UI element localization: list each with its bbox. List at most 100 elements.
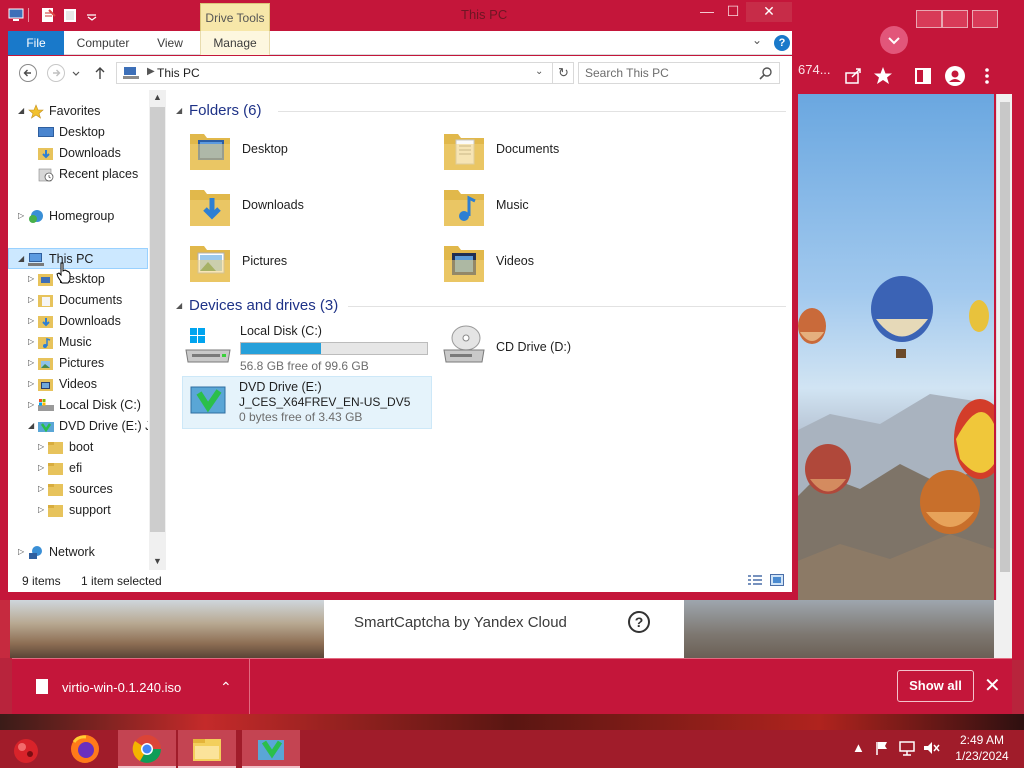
collapsed-caret-icon[interactable]: ▷ [18, 547, 24, 556]
nav-item-support[interactable]: ▷ support [8, 500, 148, 521]
minimize-button[interactable]: — [694, 2, 720, 22]
new-folder-icon[interactable] [62, 7, 78, 23]
address-bar[interactable]: ▶ This PC ⌄ ↻ [116, 62, 574, 84]
devices-group-header[interactable]: ◢ Devices and drives (3) [176, 296, 786, 316]
browser-scrollbar[interactable] [996, 94, 1012, 660]
captcha-help-icon[interactable]: ? [628, 611, 650, 633]
collapsed-caret-icon[interactable]: ▷ [38, 463, 44, 472]
search-input[interactable] [585, 65, 755, 81]
search-icon[interactable] [759, 66, 773, 80]
bookmark-star-icon[interactable] [872, 65, 894, 87]
recent-locations-chevron-icon[interactable] [70, 63, 82, 83]
file-explorer-taskbar-icon[interactable] [178, 730, 236, 768]
download-item[interactable]: virtio-win-0.1.240.iso ⌃ [12, 659, 250, 715]
close-button[interactable]: ✕ [746, 2, 792, 22]
maximize-button[interactable]: ☐ [720, 2, 746, 22]
network-icon[interactable] [898, 740, 916, 756]
back-button[interactable] [18, 63, 38, 83]
tab-file[interactable]: File [8, 31, 64, 55]
refresh-icon[interactable]: ↻ [552, 63, 574, 83]
breadcrumb-separator-icon[interactable]: ▶ [147, 66, 155, 77]
collapsed-caret-icon[interactable]: ▷ [28, 274, 34, 283]
scroll-down-icon[interactable]: ▼ [153, 556, 162, 566]
action-center-flag-icon[interactable] [874, 740, 890, 756]
start-button[interactable] [0, 730, 52, 768]
browser-address-bar[interactable]: 674... [790, 56, 1024, 94]
show-hidden-icons-icon[interactable]: ▲ [852, 740, 865, 755]
collapsed-caret-icon[interactable]: ▷ [38, 442, 44, 451]
expand-ribbon-chevron-icon[interactable]: ⌄ [752, 33, 762, 47]
close-downloads-bar-icon[interactable]: ✕ [984, 673, 1001, 699]
address-history-chevron-icon[interactable]: ⌄ [535, 66, 543, 77]
nav-item-pc-videos[interactable]: ▷ Videos [8, 374, 148, 395]
nav-item-pc-documents[interactable]: ▷ Documents [8, 290, 148, 311]
navigation-pane-scrollbar[interactable]: ▲ ▼ [149, 90, 166, 570]
nav-item-pc-desktop[interactable]: ▷ Desktop [8, 269, 148, 290]
nav-item-pc-music[interactable]: ▷ Music [8, 332, 148, 353]
explorer-titlebar[interactable]: Drive Tools This PC — ☐ ✕ [0, 0, 798, 31]
expanded-caret-icon[interactable]: ◢ [18, 106, 24, 115]
details-view-icon[interactable] [748, 574, 762, 586]
folder-pictures[interactable]: Pictures [188, 238, 428, 288]
drive-local-disk-c[interactable]: Local Disk (C:) 56.8 GB free of 99.6 GB [184, 322, 434, 374]
folder-music[interactable]: Music [442, 182, 682, 232]
collapsed-caret-icon[interactable]: ▷ [28, 379, 34, 388]
drive-cd-d[interactable]: CD Drive (D:) [440, 322, 690, 374]
expanded-caret-icon[interactable]: ◢ [18, 254, 24, 263]
collapsed-caret-icon[interactable]: ▷ [28, 295, 34, 304]
nav-item-pc-pictures[interactable]: ▷ Pictures [8, 353, 148, 374]
collapsed-caret-icon[interactable]: ▷ [28, 337, 34, 346]
tab-computer[interactable]: Computer [68, 31, 138, 55]
nav-item-homegroup[interactable]: ▷ Homegroup [8, 206, 148, 227]
up-arrow-icon[interactable] [92, 63, 108, 83]
folder-videos[interactable]: Videos [442, 238, 682, 288]
group-collapse-icon[interactable]: ◢ [176, 301, 182, 310]
help-icon[interactable]: ? [774, 35, 790, 51]
browser-close-button[interactable] [972, 10, 998, 28]
scroll-up-icon[interactable]: ▲ [153, 92, 162, 102]
expanded-caret-icon[interactable]: ◢ [28, 421, 34, 430]
collapsed-caret-icon[interactable]: ▷ [28, 358, 34, 367]
collapsed-caret-icon[interactable]: ▷ [18, 211, 24, 220]
group-collapse-icon[interactable]: ◢ [176, 106, 182, 115]
chrome-taskbar-icon[interactable] [118, 730, 176, 768]
customize-qat-chevron-icon[interactable] [84, 7, 100, 23]
large-icons-view-icon[interactable] [770, 574, 784, 586]
collapsed-caret-icon[interactable]: ▷ [38, 505, 44, 514]
drive-dvd-e[interactable]: DVD Drive (E:) J_CES_X64FREV_EN-US_DV5 0… [182, 376, 432, 429]
taskbar-clock[interactable]: 2:49 AM 1/23/2024 [944, 732, 1020, 764]
nav-item-boot[interactable]: ▷ boot [8, 437, 148, 458]
tab-view[interactable]: View [142, 31, 198, 55]
nav-item-dvd-drive[interactable]: ◢ DVD Drive (E:) J_C [8, 416, 148, 437]
breadcrumb-this-pc[interactable]: This PC [157, 66, 200, 80]
nav-item-this-pc[interactable]: ◢ This PC [8, 248, 148, 269]
nav-item-pc-downloads[interactable]: ▷ Downloads [8, 311, 148, 332]
collapsed-caret-icon[interactable]: ▷ [28, 316, 34, 325]
nav-item-efi[interactable]: ▷ efi [8, 458, 148, 479]
tab-manage[interactable]: Manage [200, 31, 270, 55]
folder-downloads[interactable]: Downloads [188, 182, 428, 232]
show-all-button[interactable]: Show all [897, 670, 974, 702]
firefox-taskbar-icon[interactable] [56, 730, 114, 768]
nav-item-recent-places[interactable]: Recent places [8, 164, 148, 185]
side-panel-icon[interactable] [912, 65, 934, 87]
folder-documents[interactable]: Documents [442, 126, 682, 176]
browser-minimize-button[interactable] [916, 10, 942, 28]
nav-item-local-disk[interactable]: ▷ Local Disk (C:) [8, 395, 148, 416]
collapsed-caret-icon[interactable]: ▷ [38, 484, 44, 493]
nav-item-desktop[interactable]: Desktop [8, 122, 148, 143]
share-icon[interactable] [842, 65, 864, 87]
page-scrollbar[interactable] [994, 600, 1008, 658]
nav-item-favorites[interactable]: ◢ Favorites [8, 101, 148, 122]
volume-muted-icon[interactable] [922, 740, 940, 756]
chevron-up-icon[interactable]: ⌃ [220, 679, 232, 696]
navigation-scroll-thumb[interactable] [150, 107, 165, 532]
profile-avatar-icon[interactable] [944, 65, 966, 87]
nav-item-sources[interactable]: ▷ sources [8, 479, 148, 500]
collapsed-caret-icon[interactable]: ▷ [28, 400, 34, 409]
search-box[interactable] [578, 62, 780, 84]
browser-scroll-thumb[interactable] [1000, 102, 1010, 572]
nav-item-downloads[interactable]: Downloads [8, 143, 148, 164]
nav-item-network[interactable]: ▷ Network [8, 542, 148, 563]
dvd-installer-taskbar-icon[interactable] [242, 730, 300, 768]
